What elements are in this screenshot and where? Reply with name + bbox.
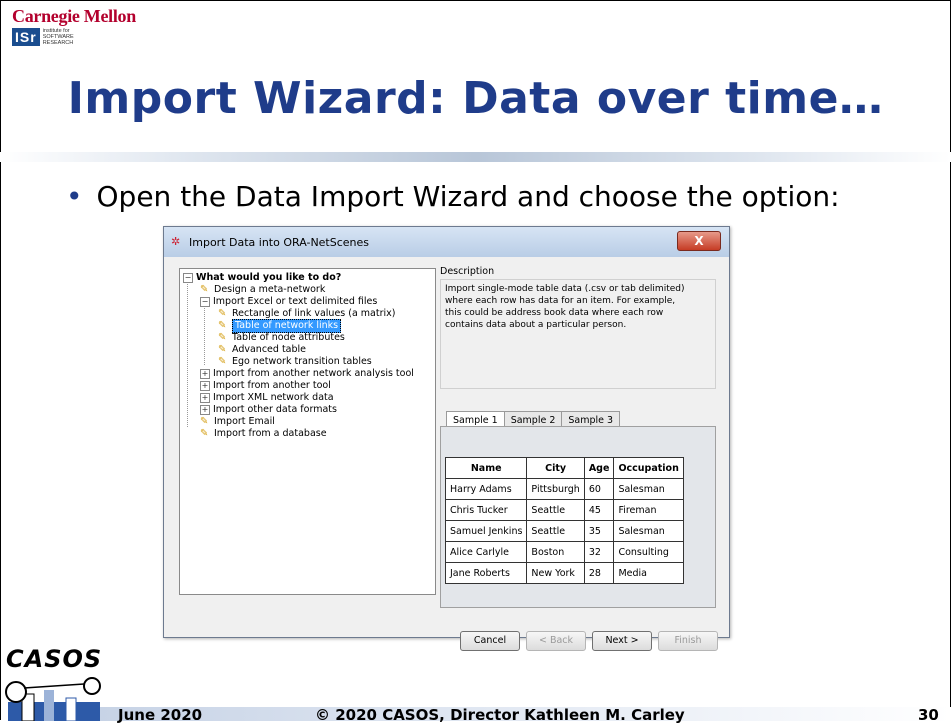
tree-connector bbox=[187, 281, 188, 427]
collapse-icon[interactable]: − bbox=[200, 297, 210, 307]
table-cell: Fireman bbox=[613, 499, 684, 521]
tree-item-another-tool[interactable]: + Import from another tool bbox=[200, 380, 331, 392]
description-text: Import single-mode table data (.csv or t… bbox=[440, 279, 716, 389]
table-cell: Salesman bbox=[613, 478, 684, 500]
isr-logo-mark: ISr bbox=[12, 28, 40, 46]
sample-panel: Name City Age Occupation Harry Adams Pit… bbox=[440, 426, 716, 608]
table-cell: 35 bbox=[583, 520, 615, 542]
wand-icon: ✎ bbox=[218, 344, 227, 355]
table-cell: New York bbox=[526, 562, 585, 584]
dialog-titlebar[interactable]: ✲ Import Data into ORA-NetScenes X bbox=[164, 227, 729, 257]
table-cell: Consulting bbox=[613, 541, 684, 563]
cmu-logo: Carnegie Mellon bbox=[12, 6, 136, 26]
table-cell: Chris Tucker bbox=[444, 499, 528, 521]
column-header: Age bbox=[583, 457, 615, 479]
table-header-row: Name City Age Occupation bbox=[444, 457, 684, 479]
bullet-point: • Open the Data Import Wizard and choose … bbox=[66, 180, 840, 213]
table-cell: Boston bbox=[526, 541, 585, 563]
wand-icon: ✎ bbox=[218, 308, 227, 319]
table-cell: Seattle bbox=[526, 499, 585, 521]
expand-icon[interactable]: + bbox=[200, 381, 210, 391]
column-header: City bbox=[526, 457, 585, 479]
expand-icon[interactable]: + bbox=[200, 405, 210, 415]
table-row: Samuel Jenkins Seattle 35 Salesman bbox=[444, 520, 684, 542]
tree-root[interactable]: − What would you like to do? bbox=[183, 272, 341, 284]
table-cell: Salesman bbox=[613, 520, 684, 542]
column-header: Name bbox=[444, 457, 528, 479]
bullet-icon: • bbox=[66, 180, 83, 213]
options-tree[interactable]: − What would you like to do? ✎ Design a me… bbox=[179, 268, 436, 595]
tree-item-design-meta-network[interactable]: ✎ Design a meta-network bbox=[200, 284, 325, 296]
expand-icon[interactable]: + bbox=[200, 369, 210, 379]
footer-copyright: © 2020 CASOS, Director Kathleen M. Carle… bbox=[315, 706, 685, 724]
tree-item-import-excel[interactable]: − Import Excel or text delimited files bbox=[200, 296, 377, 308]
dialog-body: − What would you like to do? ✎ Design a me… bbox=[170, 259, 723, 651]
table-row: Jane Roberts New York 28 Media bbox=[444, 562, 684, 584]
sample-table: Name City Age Occupation Harry Adams Pit… bbox=[444, 457, 684, 584]
wand-icon: ✎ bbox=[218, 320, 227, 331]
table-cell: Seattle bbox=[526, 520, 585, 542]
table-cell: 60 bbox=[583, 478, 615, 500]
table-cell: Jane Roberts bbox=[444, 562, 528, 584]
table-row: Harry Adams Pittsburgh 60 Salesman bbox=[444, 478, 684, 500]
description-label: Description bbox=[440, 266, 495, 277]
tree-item-table-network-links[interactable]: ✎ Table of network links bbox=[218, 319, 342, 333]
wand-icon: ✎ bbox=[200, 284, 209, 295]
finish-button[interactable]: Finish bbox=[658, 631, 718, 651]
import-dialog: ✲ Import Data into ORA-NetScenes X − What… bbox=[163, 226, 730, 651]
table-cell: Samuel Jenkins bbox=[444, 520, 528, 542]
isr-logo-text: institute for SOFTWARE RESEARCH bbox=[42, 28, 74, 46]
table-cell: Pittsburgh bbox=[526, 478, 585, 500]
casos-logo-art bbox=[5, 677, 101, 721]
tree-item-ego-network[interactable]: ✎ Ego network transition tables bbox=[218, 356, 372, 368]
tree-item-network-analysis-tool[interactable]: + Import from another network analysis to… bbox=[200, 368, 414, 380]
back-button[interactable]: < Back bbox=[526, 631, 586, 651]
dialog-title: Import Data into ORA-NetScenes bbox=[189, 235, 370, 249]
next-button[interactable]: Next > bbox=[592, 631, 652, 651]
wand-icon: ✎ bbox=[200, 428, 209, 439]
tree-connector bbox=[204, 305, 205, 365]
tree-item-import-email[interactable]: ✎ Import Email bbox=[200, 416, 275, 428]
bullet-text: Open the Data Import Wizard and choose t… bbox=[96, 180, 840, 213]
page-number: 30 bbox=[918, 706, 939, 724]
wand-icon: ✎ bbox=[200, 416, 209, 427]
title-divider bbox=[0, 152, 951, 162]
isr-logo: ISr institute for SOFTWARE RESEARCH bbox=[12, 28, 74, 46]
table-cell: Media bbox=[613, 562, 684, 584]
footer-date: June 2020 bbox=[118, 706, 203, 724]
casos-logo: CASOS bbox=[6, 645, 103, 673]
tree-item-other-formats[interactable]: + Import other data formats bbox=[200, 404, 337, 416]
tree-item-advanced-table[interactable]: ✎ Advanced table bbox=[218, 344, 306, 356]
slide-title: Import Wizard: Data over time… bbox=[67, 73, 884, 124]
expand-icon[interactable]: + bbox=[200, 393, 210, 403]
table-row: Chris Tucker Seattle 45 Fireman bbox=[444, 499, 684, 521]
wand-icon: ✎ bbox=[218, 332, 227, 343]
table-cell: 28 bbox=[583, 562, 615, 584]
table-cell: Alice Carlyle bbox=[444, 541, 528, 563]
table-row: Alice Carlyle Boston 32 Consulting bbox=[444, 541, 684, 563]
tree-item-xml-network[interactable]: + Import XML network data bbox=[200, 392, 334, 404]
wand-icon: ✎ bbox=[218, 356, 227, 367]
table-cell: 45 bbox=[583, 499, 615, 521]
cancel-button[interactable]: Cancel bbox=[460, 631, 520, 651]
tree-item-table-node-attributes[interactable]: ✎ Table of node attributes bbox=[218, 332, 345, 344]
close-button[interactable]: X bbox=[677, 231, 721, 251]
column-header: Occupation bbox=[613, 457, 684, 479]
app-icon: ✲ bbox=[171, 235, 181, 248]
collapse-icon[interactable]: − bbox=[183, 273, 193, 283]
dialog-buttons: Cancel < Back Next > Finish bbox=[460, 631, 724, 651]
table-cell: 32 bbox=[583, 541, 615, 563]
table-cell: Harry Adams bbox=[444, 478, 528, 500]
tree-item-import-database[interactable]: ✎ Import from a database bbox=[200, 428, 327, 440]
